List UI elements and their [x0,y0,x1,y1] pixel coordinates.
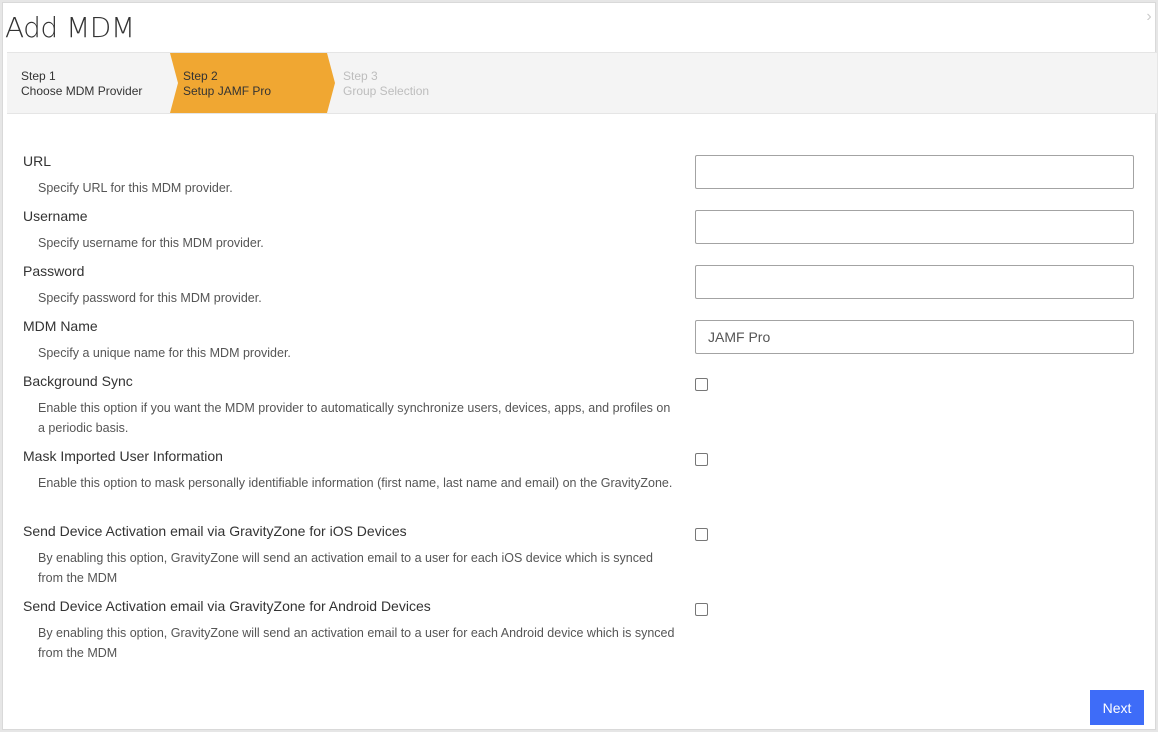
wizard-step-1: Step 1 Choose MDM Provider [21,53,142,113]
step-label: Group Selection [343,84,430,98]
mdm-name-label: MDM Name [23,318,98,334]
step-number: Step 2 [183,69,218,83]
ios-activation-label: Send Device Activation email via Gravity… [23,523,407,539]
mdm-name-description: Specify a unique name for this MDM provi… [38,346,291,360]
android-activation-checkbox[interactable] [695,603,708,616]
wizard-step-3: Step 3 Group Selection [343,53,429,113]
android-activation-description: By enabling this option, GravityZone wil… [38,626,675,660]
mask-user-info-checkbox[interactable] [695,453,708,466]
password-input[interactable] [695,265,1134,299]
dialog-title: Add MDM [5,11,135,44]
url-input[interactable] [695,155,1134,189]
password-description: Specify password for this MDM provider. [38,291,262,305]
mask-user-info-label: Mask Imported User Information [23,448,223,464]
background-sync-description: Enable this option if you want the MDM p… [38,401,671,435]
background-sync-checkbox[interactable] [695,378,708,391]
step-number: Step 1 [21,69,56,83]
step-number: Step 3 [343,69,378,83]
username-description: Specify username for this MDM provider. [38,236,264,250]
background-sync-label: Background Sync [23,373,133,389]
url-label: URL [23,153,52,169]
mask-user-info-description: Enable this option to mask personally id… [38,476,673,490]
wizard-steps: Step 1 Choose MDM Provider Step 2 Setup … [7,52,1157,114]
ios-activation-description: By enabling this option, GravityZone wil… [38,551,653,585]
ios-activation-checkbox[interactable] [695,528,708,541]
next-button[interactable]: Next [1090,690,1144,725]
mdm-name-input[interactable] [695,320,1134,354]
username-input[interactable] [695,210,1134,244]
username-label: Username [23,208,88,224]
android-activation-label: Send Device Activation email via Gravity… [23,598,431,614]
close-icon[interactable]: › [1143,9,1155,25]
add-mdm-dialog: Add MDM › Step 1 Choose MDM Provider Ste… [2,2,1157,730]
wizard-step-2: Step 2 Setup JAMF Pro [183,53,271,113]
step-label: Setup JAMF Pro [183,84,272,98]
url-description: Specify URL for this MDM provider. [38,181,233,195]
step-label: Choose MDM Provider [21,84,143,98]
password-label: Password [23,263,85,279]
